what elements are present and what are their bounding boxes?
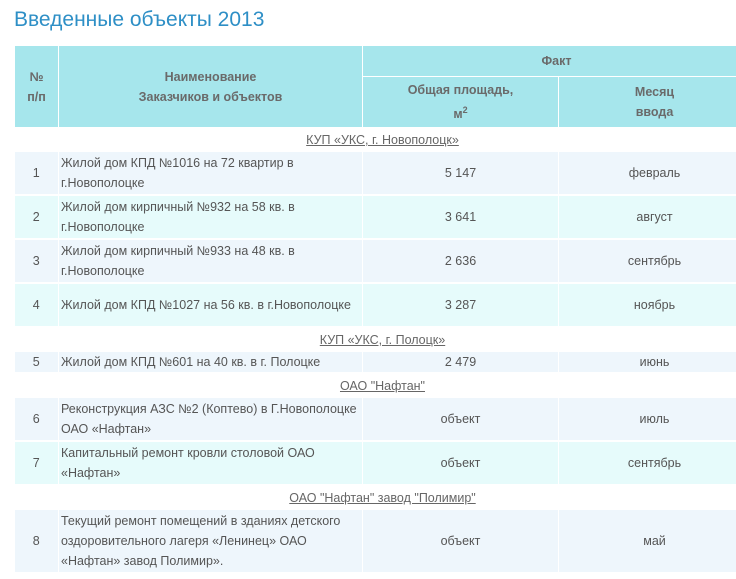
commission-month: август xyxy=(558,195,736,240)
table-row: 4 Жилой дом КПД №1027 на 56 кв. в г.Новоп… xyxy=(14,283,736,328)
table-row: 8 Текущий ремонт помещений в зданиях детс… xyxy=(14,510,736,574)
total-area: объект xyxy=(362,510,559,574)
object-name: Капитальный ремонт кровли столовой ОАО «… xyxy=(58,441,363,486)
table-row: 7 Капитальный ремонт кровли столовой ОАО … xyxy=(14,441,736,486)
table-header: № п/п Наименование Заказчиков и объектов Ф… xyxy=(14,45,736,128)
table-row: 1 Жилой дом КПД №1016 на 72 квартир в г.Н… xyxy=(14,152,736,196)
object-name: Жилой дом КПД №601 на 40 кв. в г. Полоцк… xyxy=(58,352,363,374)
group-row: КУП «УКС, г. Полоцк» xyxy=(14,327,736,352)
table-body: КУП «УКС, г. Новополоцк» 1 Жилой дом КПД №… xyxy=(14,127,736,574)
commission-month: февраль xyxy=(558,152,736,196)
row-number: 6 xyxy=(14,398,59,442)
object-name: Жилой дом КПД №1027 на 56 кв. в г.Новопо… xyxy=(58,283,363,328)
group-link[interactable]: ОАО "Нафтан" завод "Полимир" xyxy=(289,491,475,505)
group-cell: КУП «УКС, г. Новополоцк» xyxy=(14,127,736,152)
header-area-sup: 2 xyxy=(462,104,468,115)
group-cell: КУП «УКС, г. Полоцк» xyxy=(14,327,736,352)
commission-month: июль xyxy=(558,398,736,442)
group-row: ОАО "Нафтан" завод "Полимир" xyxy=(14,485,736,510)
total-area: 3 641 xyxy=(362,195,559,240)
total-area: 3 287 xyxy=(362,283,559,328)
commission-month: сентябрь xyxy=(558,239,736,284)
group-row: КУП «УКС, г. Новополоцк» xyxy=(14,127,736,152)
total-area: 5 147 xyxy=(362,152,559,196)
total-area: 2 636 xyxy=(362,239,559,284)
row-number: 3 xyxy=(14,239,59,284)
table-row: 3 Жилой дом кирпичный №933 на 48 кв. в г.… xyxy=(14,239,736,284)
header-num: № п/п xyxy=(14,45,59,128)
group-link[interactable]: ОАО "Нафтан" xyxy=(340,379,425,393)
object-name: Жилой дом КПД №1016 на 72 квартир в г.Но… xyxy=(58,152,363,196)
commission-month: сентябрь xyxy=(558,441,736,486)
page-title: Введенные объекты 2013 xyxy=(14,8,265,31)
header-name: Наименование Заказчиков и объектов xyxy=(58,45,363,128)
table-row: 5 Жилой дом КПД №601 на 40 кв. в г. Полоц… xyxy=(14,352,736,374)
row-number: 4 xyxy=(14,283,59,328)
row-number: 8 xyxy=(14,510,59,574)
table-row: 2 Жилой дом кирпичный №932 на 58 кв. в г.… xyxy=(14,195,736,240)
row-number: 2 xyxy=(14,195,59,240)
header-month: Месяц ввода xyxy=(558,76,736,128)
objects-table: № п/п Наименование Заказчиков и объектов Ф… xyxy=(14,45,736,574)
object-name: Реконструкция АЗС №2 (Коптево) в Г.Новоп… xyxy=(58,398,363,442)
group-cell: ОАО "Нафтан" завод "Полимир" xyxy=(14,485,736,510)
commission-month: ноябрь xyxy=(558,283,736,328)
group-cell: ОАО "Нафтан" xyxy=(14,373,736,398)
total-area: объект xyxy=(362,441,559,486)
total-area: 2 479 xyxy=(362,352,559,374)
row-number: 7 xyxy=(14,441,59,486)
group-row: ОАО "Нафтан" xyxy=(14,373,736,398)
total-area: объект xyxy=(362,398,559,442)
object-name: Жилой дом кирпичный №933 на 48 кв. в г.Н… xyxy=(58,239,363,284)
group-link[interactable]: КУП «УКС, г. Полоцк» xyxy=(320,333,445,347)
row-number: 1 xyxy=(14,152,59,196)
commission-month: май xyxy=(558,510,736,574)
header-area: Общая площадь, м2 xyxy=(362,76,559,128)
row-number: 5 xyxy=(14,352,59,374)
table-row: 6 Реконструкция АЗС №2 (Коптево) в Г.Ново… xyxy=(14,398,736,442)
object-name: Жилой дом кирпичный №932 на 58 кв. в г.Н… xyxy=(58,195,363,240)
header-fact: Факт xyxy=(362,45,736,77)
object-name: Текущий ремонт помещений в зданиях детск… xyxy=(58,510,363,574)
commission-month: июнь xyxy=(558,352,736,374)
group-link[interactable]: КУП «УКС, г. Новополоцк» xyxy=(306,133,459,147)
